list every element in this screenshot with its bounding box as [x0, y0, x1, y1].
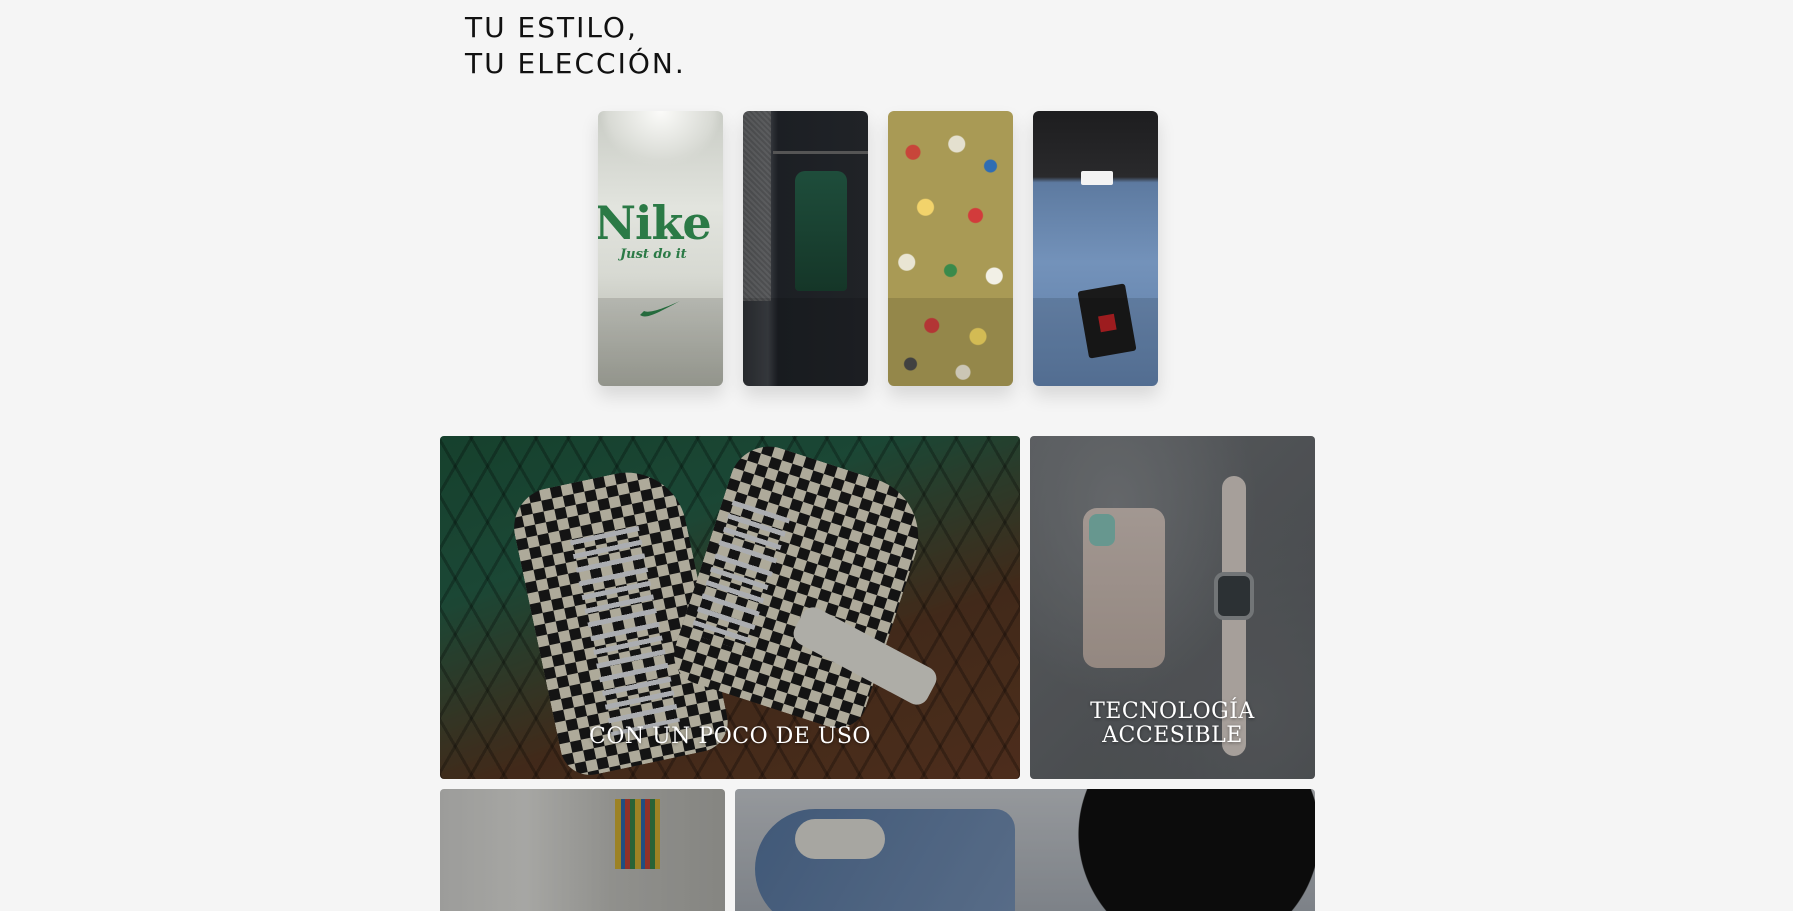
card-shade: [743, 298, 868, 386]
card-shade: [1033, 298, 1158, 386]
category-tile-sneaker[interactable]: [735, 789, 1315, 911]
category-label-tech-line-1: TECNOLOGÍA: [1090, 699, 1255, 724]
card-shade: [888, 298, 1013, 386]
hanger-rod: [773, 151, 868, 154]
carousel-card-hoodie[interactable]: Nike Just do it: [598, 111, 723, 386]
hero-title-line-1: TU ESTILO,: [465, 11, 638, 44]
tile-overlay: [735, 789, 1315, 911]
carousel-card-denim[interactable]: [1033, 111, 1158, 386]
category-label-tech: TECNOLOGÍA ACCESIBLE: [1030, 700, 1315, 748]
just-do-it-text: Just do it: [620, 247, 687, 262]
green-garment: [795, 171, 847, 291]
carousel-card-closet[interactable]: [743, 111, 868, 386]
card-shade: [598, 298, 723, 386]
hero-title-line-2: TU ELECCIÓN.: [465, 47, 686, 80]
collar-label: [1081, 171, 1113, 185]
nike-wordmark: Nike: [598, 196, 712, 250]
category-label-tech-line-2: ACCESIBLE: [1102, 723, 1243, 748]
page: TU ESTILO, TU ELECCIÓN. Nike Just do it …: [0, 0, 1793, 911]
category-tile-used[interactable]: CON UN POCO DE USO: [440, 436, 1020, 779]
category-tile-tech[interactable]: TECNOLOGÍA ACCESIBLE: [1030, 436, 1315, 779]
tile-overlay: [440, 789, 725, 911]
window-texture: [743, 111, 771, 301]
category-tile-office[interactable]: [440, 789, 725, 911]
hero-title: TU ESTILO, TU ELECCIÓN.: [465, 10, 686, 82]
category-label-used: CON UN POCO DE USO: [589, 724, 871, 749]
carousel-card-pins[interactable]: [888, 111, 1013, 386]
